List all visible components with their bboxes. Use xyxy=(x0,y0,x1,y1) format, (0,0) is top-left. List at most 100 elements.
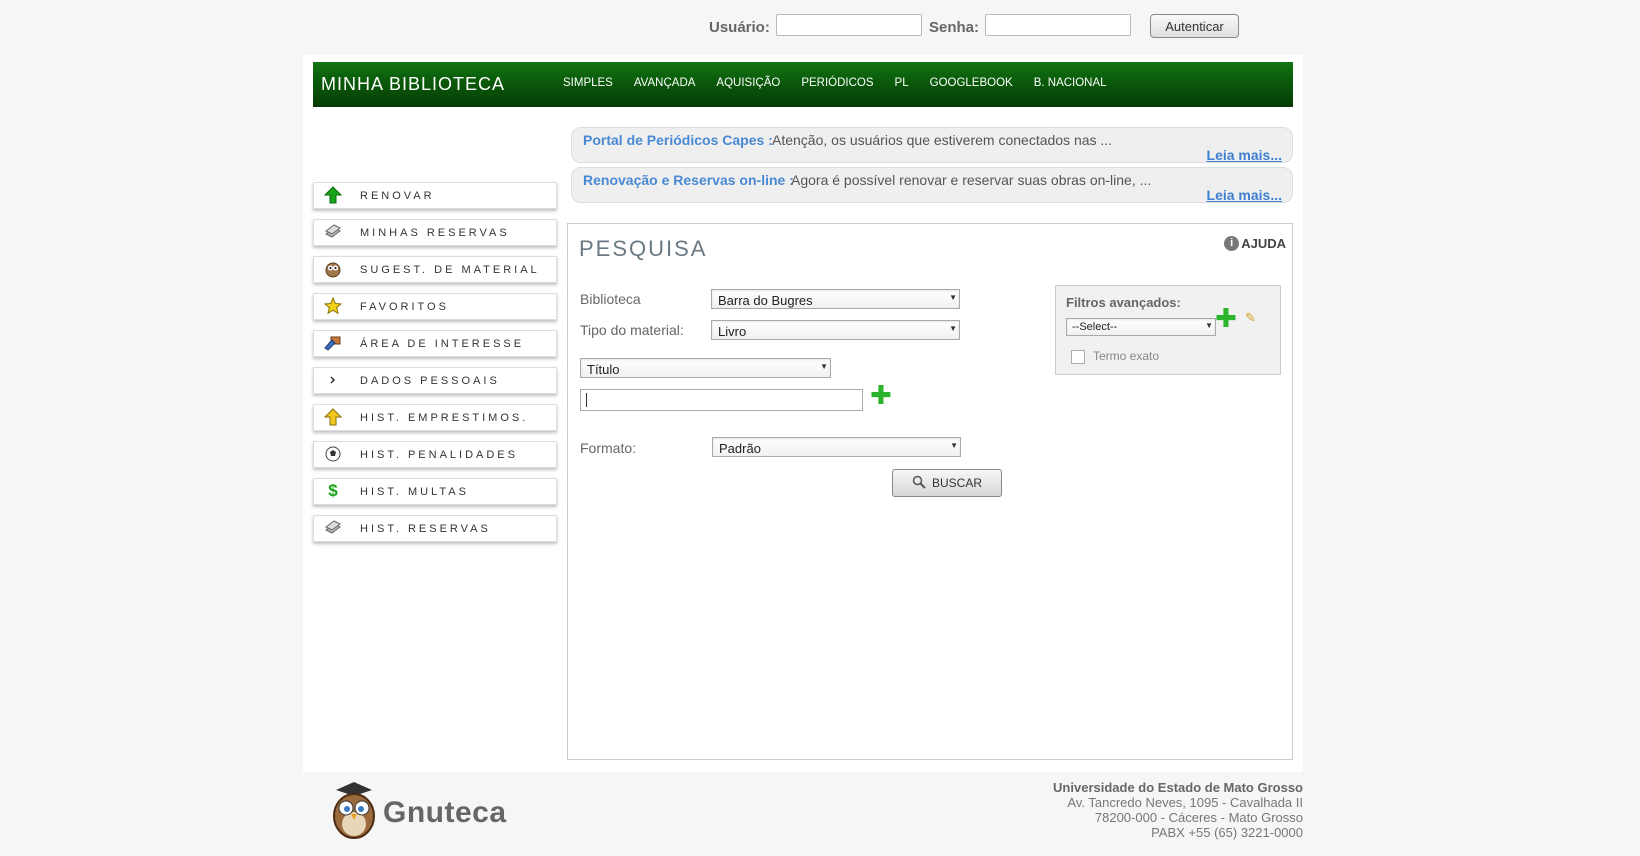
star-icon xyxy=(323,296,343,315)
nav-periodicos[interactable]: PERIÓDICOS xyxy=(801,77,873,89)
address-line: Av. Tancredo Neves, 1095 - Cavalhada II xyxy=(1067,795,1303,810)
address-line: PABX +55 (65) 3221-0000 xyxy=(1151,825,1303,840)
university-name: Universidade do Estado de Mato Grosso xyxy=(1053,780,1303,795)
search-field-select[interactable]: Título ▼ xyxy=(580,358,831,378)
login-bar: Usuário: Senha: Autenticar xyxy=(0,14,1640,42)
sidebar-item-label: Hist. Emprestimos. xyxy=(360,412,529,424)
yellow-arrow-up-icon xyxy=(323,408,343,426)
text-caret xyxy=(586,393,587,407)
library-select-value: Barra do Bugres xyxy=(718,293,813,308)
search-term-input[interactable] xyxy=(580,389,863,411)
owl-logo-icon xyxy=(333,782,375,839)
sidebar-item-label: Minhas Reservas xyxy=(360,227,510,239)
news-title[interactable]: Renovação e Reservas on-line : xyxy=(583,172,794,188)
interest-icon xyxy=(324,334,342,352)
chevron-down-icon: ▼ xyxy=(1205,321,1213,330)
sidebar-item-hist-reservas[interactable]: Hist. Reservas xyxy=(313,515,557,542)
gnuteca-logo: Gnuteca xyxy=(328,780,528,840)
format-select-value: Padrão xyxy=(719,441,761,456)
owl-icon xyxy=(324,260,342,278)
user-label: Usuário: xyxy=(709,19,770,36)
address-line: 78200-000 - Cáceres - Mato Grosso xyxy=(1094,810,1303,825)
sidebar-item-label: Hist. Penalidades xyxy=(360,449,518,461)
search-panel: PESQUISA i AJUDA Biblioteca Barra do Bug… xyxy=(567,223,1293,760)
user-input[interactable] xyxy=(776,14,922,36)
sidebar-item-label: Dados Pessoais xyxy=(360,375,500,387)
material-label: Tipo do material: xyxy=(580,322,684,338)
sidebar-item-dados-pessoais[interactable]: Dados Pessoais xyxy=(313,367,557,394)
password-label: Senha: xyxy=(929,19,980,36)
nav-avancada[interactable]: AVANÇADA xyxy=(634,77,696,89)
chevron-right-icon xyxy=(324,371,342,389)
nav-pl[interactable]: PL xyxy=(895,77,909,89)
chevron-down-icon: ▼ xyxy=(950,441,958,450)
nav-googlebook[interactable]: GOOGLEBOOK xyxy=(930,77,1013,89)
news-body: Atenção, os usuários que estiverem conec… xyxy=(772,132,1113,148)
filter-select-value: --Select-- xyxy=(1072,321,1118,333)
sidebar-item-label: Renovar xyxy=(360,190,435,202)
clear-filter-icon[interactable]: ✎ xyxy=(1245,310,1256,326)
books-icon xyxy=(324,223,342,241)
sidebar-item-hist-penalidades[interactable]: Hist. Penalidades xyxy=(313,441,557,468)
footer: Gnuteca Universidade do Estado de Mato G… xyxy=(303,772,1303,856)
page-title: PESQUISA xyxy=(579,236,708,261)
main-nav: SIMPLES AVANÇADA AQUISIÇÃO PERIÓDICOS PL… xyxy=(563,77,1128,89)
sidebar-item-renovar[interactable]: Renovar xyxy=(313,182,557,209)
dollar-icon: $ xyxy=(328,481,338,500)
nav-b-nacional[interactable]: B. NACIONAL xyxy=(1034,77,1107,89)
material-select-value: Livro xyxy=(718,324,747,339)
sidebar-item-hist-emprestimos[interactable]: Hist. Emprestimos. xyxy=(313,404,557,431)
filters-title: Filtros avançados: xyxy=(1066,295,1181,310)
sidebar-item-label: Favoritos xyxy=(360,301,449,313)
format-label: Formato: xyxy=(580,440,637,456)
news-item: Renovação e Reservas on-line : Agora é p… xyxy=(571,167,1293,203)
news-item: Portal de Periódicos Capes : Atenção, os… xyxy=(571,127,1293,163)
search-button[interactable]: BUSCAR xyxy=(892,469,1002,497)
books-icon xyxy=(324,519,342,537)
sidebar-item-favoritos[interactable]: Favoritos xyxy=(313,293,557,320)
nav-aquisicao[interactable]: AQUISIÇÃO xyxy=(716,77,780,89)
sidebar-item-minhas-reservas[interactable]: Minhas Reservas xyxy=(313,219,557,246)
logo-text: Gnuteca xyxy=(383,796,507,829)
sidebar-item-label: Hist. Reservas xyxy=(360,523,491,535)
sidebar-item-area-interesse[interactable]: Área de interesse xyxy=(313,330,557,357)
exact-term-checkbox[interactable] xyxy=(1071,350,1085,364)
sidebar-item-label: Hist. Multas xyxy=(360,486,469,498)
green-arrow-up-icon xyxy=(323,186,343,204)
news-title[interactable]: Portal de Periódicos Capes : xyxy=(583,132,773,148)
sidebar-item-hist-multas[interactable]: $ Hist. Multas xyxy=(313,478,557,505)
search-field-value: Título xyxy=(587,362,620,377)
magnifier-icon xyxy=(912,475,926,492)
news-body: Agora é possível renovar e reservar suas… xyxy=(791,172,1152,188)
sidebar-item-sugestao[interactable]: Sugest. de Material xyxy=(313,256,557,283)
chevron-down-icon: ▼ xyxy=(820,362,828,371)
main-container: MINHA BIBLIOTECA SIMPLES AVANÇADA AQUISI… xyxy=(303,55,1303,772)
header-bar: MINHA BIBLIOTECA SIMPLES AVANÇADA AQUISI… xyxy=(313,62,1293,107)
sidebar-item-label: Sugest. de Material xyxy=(360,264,540,276)
chevron-down-icon: ▼ xyxy=(949,324,957,333)
help-link[interactable]: i AJUDA xyxy=(1224,236,1286,251)
nav-simples[interactable]: SIMPLES xyxy=(563,77,613,89)
add-term-icon[interactable]: ✚ xyxy=(870,382,892,408)
sidebar-menu: Renovar Minhas Reservas Sugest. de Mater… xyxy=(313,182,557,552)
material-select[interactable]: Livro ▼ xyxy=(711,320,960,340)
read-more-link[interactable]: Leia mais... xyxy=(1207,147,1282,163)
ball-icon xyxy=(324,445,342,463)
info-icon: i xyxy=(1224,236,1240,251)
filter-select[interactable]: --Select-- ▼ xyxy=(1066,318,1216,336)
address-block: Universidade do Estado de Mato Grosso Av… xyxy=(1053,780,1303,840)
brand-title: MINHA BIBLIOTECA xyxy=(321,74,506,94)
read-more-link[interactable]: Leia mais... xyxy=(1207,187,1282,203)
format-select[interactable]: Padrão ▼ xyxy=(712,437,961,457)
sidebar-item-label: Área de interesse xyxy=(360,338,525,350)
add-filter-icon[interactable]: ✚ xyxy=(1215,305,1237,331)
authenticate-button[interactable]: Autenticar xyxy=(1150,14,1239,38)
password-input[interactable] xyxy=(985,14,1131,36)
advanced-filters: Filtros avançados: --Select-- ▼ ✚ ✎ Term… xyxy=(1055,285,1281,375)
search-button-label: BUSCAR xyxy=(931,476,982,490)
library-label: Biblioteca xyxy=(580,291,641,307)
library-select[interactable]: Barra do Bugres ▼ xyxy=(711,289,960,309)
help-label: AJUDA xyxy=(1241,236,1286,251)
exact-term-label: Termo exato xyxy=(1093,349,1160,363)
chevron-down-icon: ▼ xyxy=(949,293,957,302)
